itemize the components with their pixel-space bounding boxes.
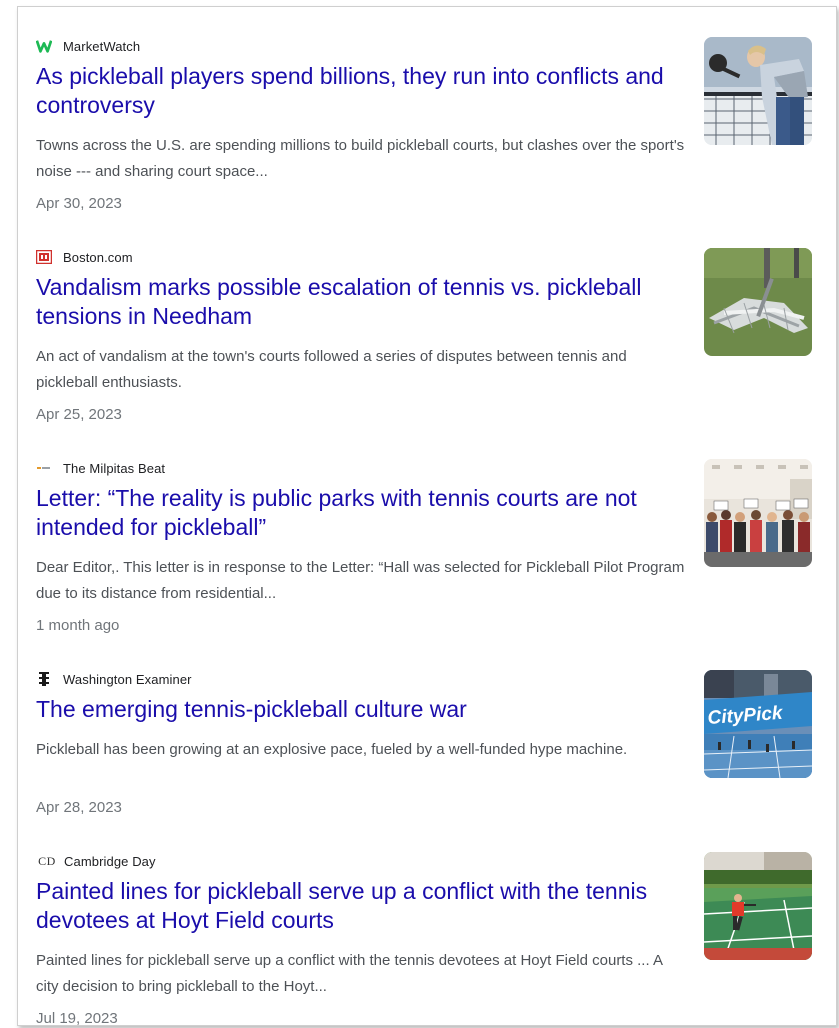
source-row: Boston.com <box>36 248 133 266</box>
source-name[interactable]: Boston.com <box>63 250 133 265</box>
vandalized-net-photo-thumbnail[interactable] <box>704 248 812 356</box>
news-result-card[interactable]: MarketWatch As pickleball players spend … <box>18 7 836 212</box>
result-headline-link[interactable]: Painted lines for pickleball serve up a … <box>36 877 676 935</box>
result-snippet: Towns across the U.S. are spending milli… <box>36 137 685 180</box>
result-date: Apr 30, 2023 <box>36 195 122 212</box>
boston-com-logo-icon <box>36 249 52 265</box>
source-name[interactable]: MarketWatch <box>63 39 140 54</box>
result-date: Apr 28, 2023 <box>36 799 122 816</box>
result-headline-link[interactable]: Vandalism marks possible escalation of t… <box>36 273 676 331</box>
city-pickle-courts-photo-thumbnail[interactable]: CityPick <box>704 670 812 778</box>
result-snippet: Pickleball has been growing at an explos… <box>36 741 628 758</box>
result-headline-link[interactable]: As pickleball players spend billions, th… <box>36 62 676 120</box>
result-headline-link[interactable]: The emerging tennis-pickleball culture w… <box>36 695 676 724</box>
milpitas-beat-logo-icon <box>36 460 52 476</box>
source-row: The Milpitas Beat <box>36 459 165 477</box>
result-date: Apr 25, 2023 <box>36 406 122 423</box>
news-result-card[interactable]: CD Cambridge Day Painted lines for pickl… <box>18 822 836 1025</box>
news-result-card[interactable]: The Milpitas Beat Letter: “The reality i… <box>18 429 836 634</box>
source-row: Washington Examiner <box>36 670 192 688</box>
result-headline-link[interactable]: Letter: “The reality is public parks wit… <box>36 484 676 542</box>
source-row: CD Cambridge Day <box>36 852 156 870</box>
crowd-with-signs-photo-thumbnail[interactable] <box>704 459 812 567</box>
result-snippet: An act of vandalism at the town's courts… <box>36 348 627 391</box>
result-snippet: Painted lines for pickleball serve up a … <box>36 952 663 995</box>
pickleball-player-photo-thumbnail[interactable] <box>704 37 812 145</box>
washington-examiner-logo-icon <box>36 671 52 687</box>
cambridge-day-logo-icon: CD <box>36 853 58 869</box>
result-snippet: Dear Editor,. This letter is in response… <box>36 559 685 602</box>
source-name[interactable]: Cambridge Day <box>64 854 156 869</box>
source-name[interactable]: The Milpitas Beat <box>63 461 165 476</box>
result-date: Jul 19, 2023 <box>36 1010 118 1026</box>
source-name[interactable]: Washington Examiner <box>63 672 192 687</box>
news-result-card[interactable]: Washington Examiner The emerging tennis-… <box>18 640 836 840</box>
result-date: 1 month ago <box>36 617 120 634</box>
source-row: MarketWatch <box>36 37 140 55</box>
news-results-panel: MarketWatch As pickleball players spend … <box>17 6 837 1026</box>
hoyt-field-court-photo-thumbnail[interactable] <box>704 852 812 960</box>
news-result-card[interactable]: Boston.com Vandalism marks possible esca… <box>18 218 836 423</box>
marketwatch-logo-icon <box>36 38 52 54</box>
cambridge-day-logo-text: CD <box>38 853 56 868</box>
